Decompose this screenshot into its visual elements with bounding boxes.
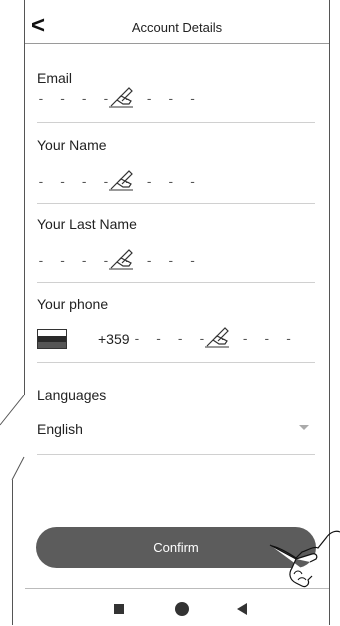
first-name-label: Your Name [37,137,107,153]
header-bar: < Account Details [25,10,329,44]
country-flag-icon[interactable] [37,329,67,349]
pen-hand-icon [109,249,133,270]
frame-corner-left [0,395,25,481]
email-label: Email [37,70,73,86]
pen-hand-icon [205,327,229,348]
last-name-field[interactable]: Your Last Name - - - - - - - - [37,210,315,283]
frame-border-left-upper [24,0,25,395]
last-name-label: Your Last Name [37,216,137,232]
tap-hand-icon [269,530,340,588]
square-icon[interactable] [114,604,124,614]
phone-field[interactable]: Your phone +359 - - - - - - - - [37,290,315,363]
chevron-down-icon [299,425,309,430]
phone-prefix: +359 [98,331,130,347]
pen-hand-icon [109,170,133,191]
frame-border-left-lower [12,480,13,625]
phone-label: Your phone [37,296,109,312]
circle-icon[interactable] [175,602,189,616]
triangle-back-icon[interactable] [237,603,247,615]
pen-hand-icon [109,87,133,108]
language-select[interactable]: Languages English [37,380,315,455]
email-field[interactable]: Email - - - - - - - - [37,64,315,123]
languages-label: Languages [37,387,107,403]
first-name-field[interactable]: Your Name - - - - - - - - [37,131,315,204]
system-nav-bar [25,588,329,626]
page-title: Account Details [131,20,223,35]
language-value: English [37,421,83,437]
